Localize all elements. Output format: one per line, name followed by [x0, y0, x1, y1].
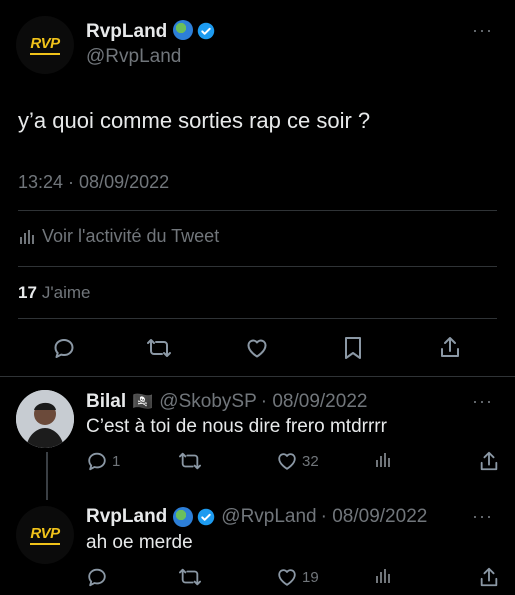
reply2-text: ah oe merde [86, 532, 193, 553]
globe-icon [173, 20, 194, 40]
reply1-analytics-action[interactable] [374, 451, 392, 469]
reply2-retweet-action[interactable] [178, 566, 202, 588]
reply-avatar-bilal[interactable] [16, 390, 74, 448]
pirate-flag-icon: 🏴‍☠️ [132, 392, 154, 411]
more-options-icon[interactable]: ··· [472, 506, 493, 527]
more-options-icon[interactable]: ··· [472, 391, 493, 412]
analytics-icon [376, 569, 390, 583]
reply1-retweet-action[interactable] [178, 450, 202, 472]
divider [18, 318, 497, 319]
activity-link[interactable]: Voir l'activité du Tweet [18, 226, 219, 247]
reply2-header: RvpLand @RvpLand · 08/09/2022 [86, 506, 427, 528]
reply1-text: C’est à toi de nous dire frero mtdrrrr [86, 416, 387, 437]
author-handle[interactable]: @RvpLand [86, 46, 181, 68]
share-icon[interactable] [478, 449, 500, 473]
rvp-logo: RVP [30, 525, 60, 545]
reply2-author-name[interactable]: RvpLand [86, 506, 167, 528]
reply2-like-action[interactable]: 19 [276, 566, 319, 588]
verified-badge-icon [198, 22, 215, 40]
reply2-analytics-action[interactable] [374, 567, 392, 585]
globe-icon [173, 507, 194, 527]
likes-count: 17 [18, 283, 37, 302]
reply2-date[interactable]: · 08/09/2022 [321, 506, 428, 528]
person-photo-icon [16, 390, 74, 448]
bookmark-icon[interactable] [342, 335, 364, 361]
likes-summary[interactable]: 17 J'aime [18, 283, 91, 303]
retweet-icon [179, 452, 201, 470]
likes-label: J'aime [41, 283, 91, 302]
reply-icon[interactable] [52, 336, 76, 360]
retweet-icon [179, 568, 201, 586]
divider [18, 266, 497, 267]
reply-icon [88, 452, 106, 471]
like-icon [278, 453, 296, 470]
rvp-logo: RVP [30, 35, 60, 55]
like-icon[interactable] [244, 336, 270, 360]
reply1-reply-count: 1 [112, 452, 121, 470]
reply1-like-action[interactable]: 32 [276, 450, 319, 472]
thread-line [46, 452, 48, 500]
reply2-handle[interactable]: @RvpLand [221, 506, 316, 528]
divider [18, 210, 497, 211]
reply2-avatar[interactable]: RVP [16, 506, 74, 564]
like-icon [278, 569, 296, 586]
reply1-date[interactable]: · 08/09/2022 [261, 391, 368, 413]
divider [0, 376, 515, 377]
reply1-author-name[interactable]: Bilal [86, 391, 126, 413]
analytics-icon [376, 453, 390, 467]
reply1-reply-action[interactable]: 1 [86, 450, 120, 472]
author-avatar[interactable]: RVP [16, 16, 74, 74]
activity-label: Voir l'activité du Tweet [42, 226, 220, 246]
author-name-row: RvpLand [86, 20, 215, 43]
analytics-icon [20, 229, 34, 244]
tweet-text: y’a quoi comme sorties rap ce soir ? [18, 108, 371, 133]
reply-icon [88, 568, 106, 587]
tweet-timestamp[interactable]: 13:24 · 08/09/2022 [18, 172, 169, 193]
reply1-handle[interactable]: @SkobySP [159, 391, 256, 413]
retweet-icon[interactable] [146, 336, 172, 360]
share-icon[interactable] [438, 334, 462, 360]
reply1-like-count: 32 [302, 452, 319, 470]
author-name[interactable]: RvpLand [86, 21, 167, 42]
reply1-header: Bilal 🏴‍☠️ @SkobySP · 08/09/2022 [86, 391, 367, 413]
verified-badge-icon [198, 508, 215, 526]
reply2-reply-action[interactable] [86, 566, 108, 588]
reply2-like-count: 19 [302, 568, 319, 586]
more-options-icon[interactable]: ··· [472, 20, 493, 41]
share-icon[interactable] [478, 565, 500, 589]
